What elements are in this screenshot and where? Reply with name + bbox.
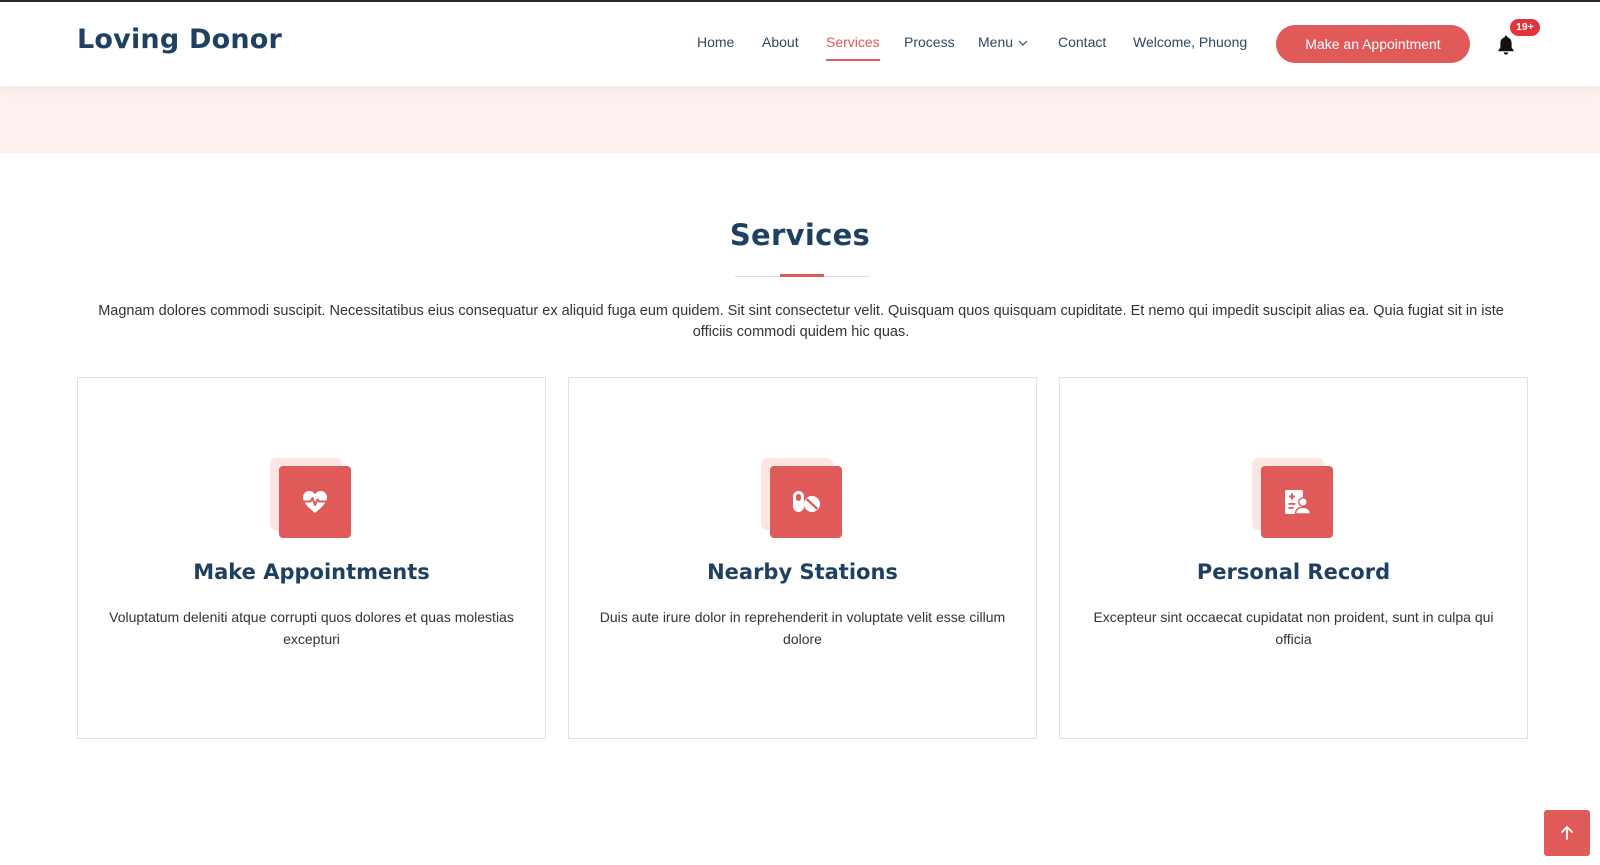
card-title: Personal Record [1196,560,1391,584]
medical-record-icon [1284,490,1311,515]
nav-services[interactable]: Services [826,34,880,61]
notification-badge: 19+ [1510,19,1540,36]
card-text: Duis aute irure dolor in reprehenderit i… [599,609,1006,647]
make-appointment-button[interactable]: Make an Appointment [1276,25,1470,63]
service-icon-box [269,458,351,538]
icon-tile [278,466,351,538]
card-title: Make Appointments [193,560,430,584]
bell-icon[interactable] [1496,34,1516,56]
card-text: Excepteur sint occaecat cupidatat non pr… [1093,609,1494,647]
service-icon-box [1251,458,1333,538]
icon-tile [769,466,842,538]
service-card-personal-record[interactable]: Personal Record Excepteur sint occaecat … [1059,377,1528,739]
arrow-up-icon [1561,826,1573,840]
heart-pulse-icon [302,491,327,513]
back-to-top-button[interactable] [1544,810,1590,856]
nav-contact[interactable]: Contact [1058,34,1106,50]
section-description: Magnam dolores commodi suscipit. Necessi… [98,303,1504,340]
nav-menu-label: Menu [978,34,1014,50]
hero-band [0,86,1600,153]
section-title: Services [729,218,871,252]
nav-welcome-user[interactable]: Welcome, Phuong [1133,34,1247,50]
chevron-down-icon [1018,40,1028,47]
card-title: Nearby Stations [707,560,898,584]
nav-menu[interactable]: Menu [978,34,1028,50]
nav-about[interactable]: About [762,34,799,50]
card-text: Voluptatum deleniti atque corrupti quos … [109,609,514,647]
site-header: Loving Donor Home About Services Process… [0,2,1600,86]
service-icon-box [760,458,842,538]
service-card-nearby-stations[interactable]: Nearby Stations Duis aute irure dolor in… [568,377,1037,739]
service-card-make-appointments[interactable]: Make Appointments Voluptatum deleniti at… [77,377,546,739]
nav-process[interactable]: Process [904,34,955,50]
icon-tile [1260,466,1333,538]
title-accent-bar [780,274,824,277]
capsules-icon [792,491,820,512]
nav-home[interactable]: Home [697,34,734,50]
